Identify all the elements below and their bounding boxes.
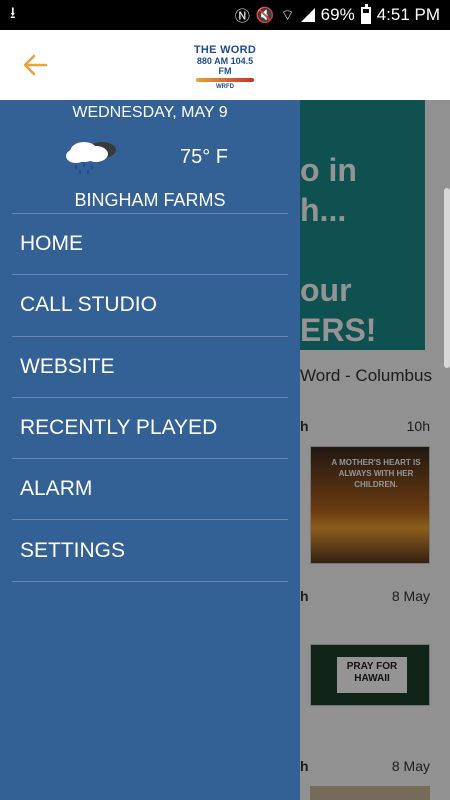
arrow-left-icon[interactable]: [18, 48, 52, 82]
battery-icon: [360, 3, 371, 24]
drawer-date: WEDNESDAY, MAY 9: [72, 104, 228, 121]
logo-line1: THE WORD: [193, 44, 257, 56]
mute-icon: 🔇: [255, 7, 275, 24]
scrollbar[interactable]: [444, 188, 450, 368]
wifi-icon: ⌔: [280, 6, 295, 24]
drawer-menu: HOME CALL STUDIO WEBSITE RECENTLY PLAYED…: [12, 214, 288, 582]
battery-percent: 69%: [320, 5, 355, 24]
city-name: BINGHAM FARMS: [74, 190, 226, 210]
menu-item-settings[interactable]: SETTINGS: [12, 520, 288, 582]
station-logo: THE WORD 880 AM 104.5 FM WRFD: [190, 44, 260, 90]
signal-icon: [300, 8, 315, 22]
temperature: 75° F: [180, 146, 229, 168]
status-bar: ⭳ Ⓝ 🔇 ⌔ 69% 4:51 PM: [0, 0, 450, 30]
nfc-icon: Ⓝ: [234, 7, 250, 25]
navigation-drawer: WEDNESDAY, MAY 9 75° F BINGHAM FARMS HOM…: [0, 100, 300, 800]
logo-line3: WRFD: [216, 84, 234, 90]
battery-fill: [362, 12, 369, 22]
rain-cloud-icon: [62, 136, 118, 176]
menu-item-call-studio[interactable]: CALL STUDIO: [12, 275, 288, 337]
menu-item-website[interactable]: WEBSITE: [12, 337, 288, 398]
download-icon: ⭳: [10, 4, 16, 22]
menu-item-home[interactable]: HOME: [12, 214, 288, 276]
menu-item-alarm[interactable]: ALARM: [12, 459, 288, 521]
logo-bar: [196, 78, 254, 82]
status-time: 4:51 PM: [376, 5, 440, 24]
app-bar: THE WORD 880 AM 104.5 FM WRFD: [0, 30, 450, 100]
logo-line2: 880 AM 104.5 FM: [196, 56, 254, 76]
menu-item-recently-played[interactable]: RECENTLY PLAYED: [12, 398, 288, 460]
